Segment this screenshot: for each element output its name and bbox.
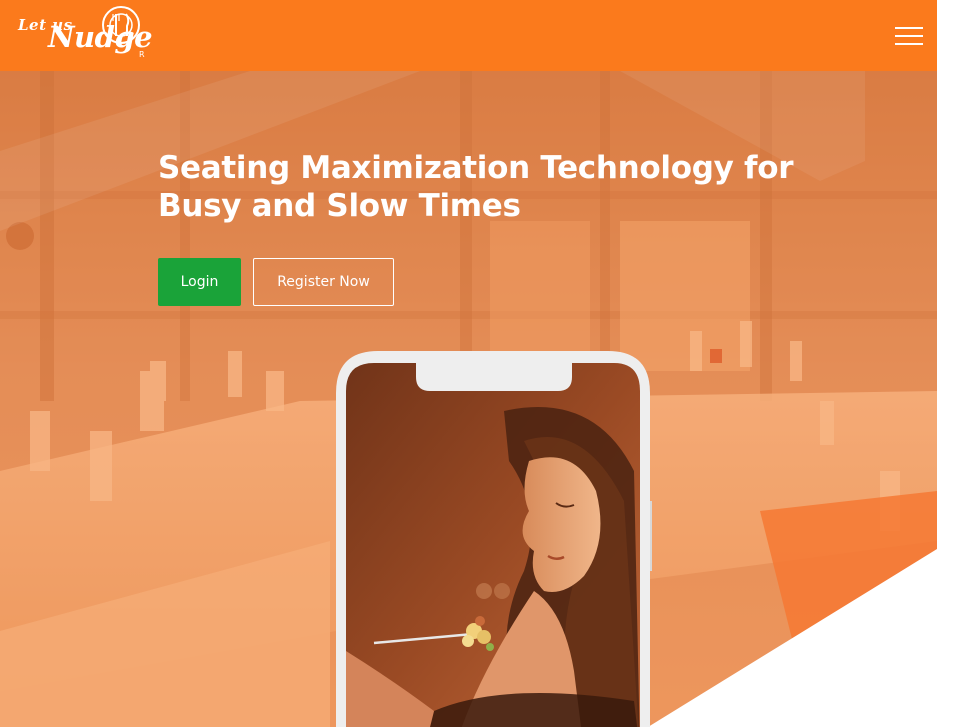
let-us-nudge-logo[interactable]: Let us Nudge R xyxy=(14,4,153,64)
registered-mark: R xyxy=(139,50,145,59)
register-now-button[interactable]: Register Now xyxy=(253,258,394,306)
fork-knife-plate-icon xyxy=(102,6,140,44)
hero-section: Seating Maximization Technology for Busy… xyxy=(0,71,937,727)
landing-page: Let us Nudge R Seating Maximization Tech… xyxy=(0,0,969,727)
hamburger-menu-icon[interactable] xyxy=(895,27,923,45)
site-header: Let us Nudge R xyxy=(0,0,937,71)
phone-mockup-image xyxy=(336,351,652,727)
hero-heading: Seating Maximization Technology for Busy… xyxy=(158,150,794,224)
login-button[interactable]: Login xyxy=(158,258,241,306)
